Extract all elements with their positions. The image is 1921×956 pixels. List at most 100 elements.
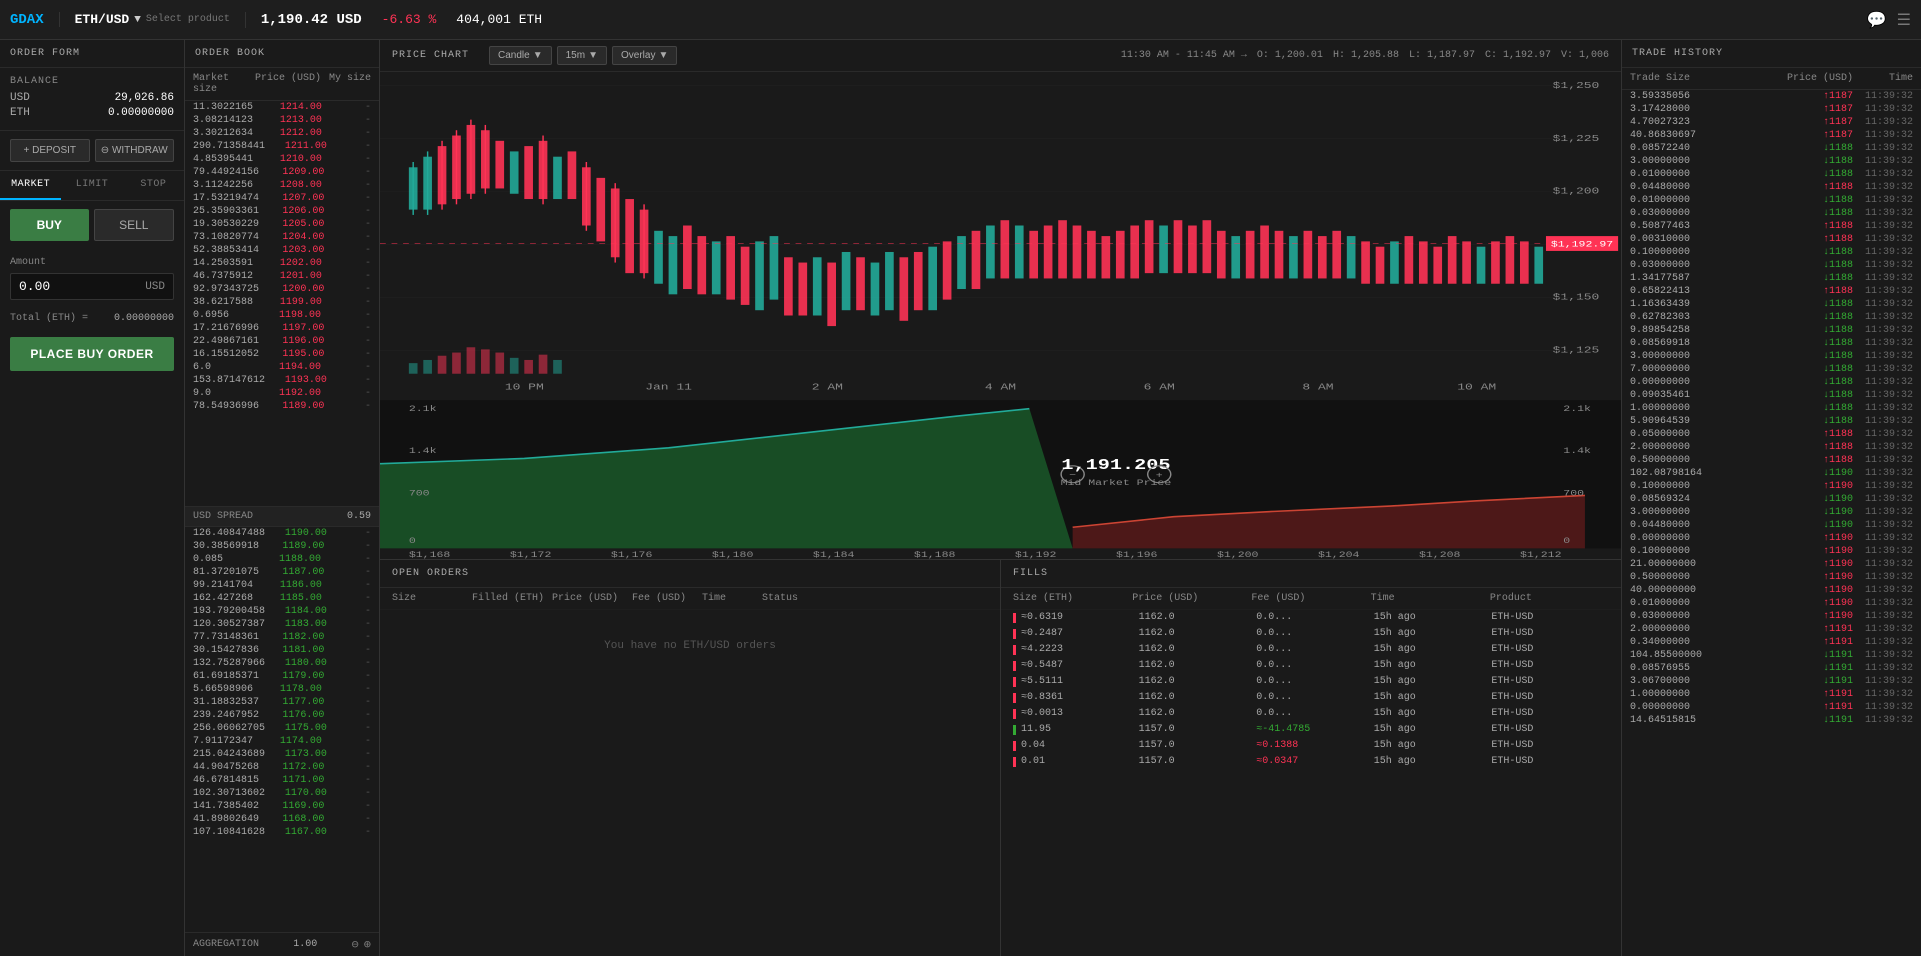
ob-ask-row[interactable]: 0.69561198.00- (185, 309, 379, 322)
chat-icon[interactable]: 💬 (1867, 10, 1887, 30)
ob-ask-row[interactable]: 17.216769961197.00- (185, 322, 379, 335)
ob-ask-row[interactable]: 11.30221651214.00- (185, 101, 379, 114)
ob-bid-row[interactable]: 102.307136021170.00- (185, 787, 379, 800)
ob-ask-row[interactable]: 3.082141231213.00- (185, 114, 379, 127)
fill-price: 1157.0 (1139, 740, 1257, 751)
ob-bid-row[interactable]: 46.678148151171.00- (185, 774, 379, 787)
ob-ask-row[interactable]: 73.108207741204.00- (185, 231, 379, 244)
th-trade-price: ↑1191 (1783, 702, 1853, 713)
menu-icon[interactable]: ☰ (1897, 10, 1911, 30)
amount-input[interactable] (19, 279, 99, 294)
withdraw-button[interactable]: ⊖ WITHDRAW (95, 139, 175, 162)
ob-ask-row[interactable]: 6.01194.00- (185, 361, 379, 374)
ob-bid-row[interactable]: 30.154278361181.00- (185, 644, 379, 657)
ob-bid-row[interactable]: 193.792004581184.00- (185, 605, 379, 618)
fill-product: ETH-USD (1491, 692, 1609, 703)
th-trade-time: 11:39:32 (1853, 663, 1913, 674)
fills-header: Size (ETH) Price (USD) Fee (USD) Time Pr… (1001, 588, 1621, 610)
svg-text:$1,208: $1,208 (1419, 550, 1461, 559)
deposit-button[interactable]: + DEPOSIT (10, 139, 90, 162)
th-trade-size: 0.50877463 (1630, 221, 1783, 232)
th-row: 0.01000000 ↓1188 11:39:32 (1622, 168, 1921, 181)
ob-bid-row[interactable]: 44.904752681172.00- (185, 761, 379, 774)
ob-ask-row[interactable]: 17.532194741207.00- (185, 192, 379, 205)
pair-info[interactable]: ETH/USD ▼ Select product (59, 12, 230, 27)
ob-bid-row[interactable]: 30.385699181189.00- (185, 540, 379, 553)
fill-fee: 0.0... (1256, 676, 1374, 687)
svg-text:$1,225: $1,225 (1553, 134, 1600, 144)
th-row: 2.00000000 ↑1188 11:39:32 (1622, 441, 1921, 454)
ob-bid-row[interactable]: 41.898026491168.00- (185, 813, 379, 826)
ob-bid-row[interactable]: 5.665989061178.00- (185, 683, 379, 696)
ob-bid-row[interactable]: 31.188325371177.00- (185, 696, 379, 709)
tab-limit[interactable]: LIMIT (61, 171, 122, 200)
ob-bid-row[interactable]: 81.372010751187.00- (185, 566, 379, 579)
th-col-time: Time (1853, 73, 1913, 84)
ob-ask-row[interactable]: 78.549369961189.00- (185, 400, 379, 413)
chart-area: $1,250 $1,225 $1,200 $1,175 $1,150 $1,12… (380, 72, 1621, 559)
buy-button[interactable]: BUY (10, 209, 89, 241)
th-trade-price: ↑1190 (1783, 546, 1853, 557)
ob-ask-row[interactable]: 153.871476121193.00- (185, 374, 379, 387)
ob-bid-row[interactable]: 77.731483611182.00- (185, 631, 379, 644)
th-trade-size: 21.00000000 (1630, 559, 1783, 570)
ob-bid-row[interactable]: 239.24679521176.00- (185, 709, 379, 722)
ob-ask-row[interactable]: 19.305302291205.00- (185, 218, 379, 231)
ob-bid-row[interactable]: 7.911723471174.00- (185, 735, 379, 748)
ob-bid-row[interactable]: 61.691853711179.00- (185, 670, 379, 683)
th-trade-time: 11:39:32 (1853, 143, 1913, 154)
ob-ask-row[interactable]: 9.01192.00- (185, 387, 379, 400)
ob-ask-row[interactable]: 4.853954411210.00- (185, 153, 379, 166)
ob-ask-row[interactable]: 52.388534141203.00- (185, 244, 379, 257)
ob-bid-row[interactable]: 107.108416281167.00- (185, 826, 379, 839)
th-trade-size: 40.86830697 (1630, 130, 1783, 141)
th-trade-time: 11:39:32 (1853, 104, 1913, 115)
candle-button[interactable]: Candle ▼ (489, 46, 552, 65)
ob-ask-row[interactable]: 92.973437251200.00- (185, 283, 379, 296)
ob-ask-row[interactable]: 22.498671611196.00- (185, 335, 379, 348)
tab-stop[interactable]: STOP (123, 171, 184, 200)
ob-bid-row[interactable]: 132.752879661180.00- (185, 657, 379, 670)
ob-bid-row[interactable]: 99.21417041186.00- (185, 579, 379, 592)
ob-bid-row[interactable]: 120.305273871183.00- (185, 618, 379, 631)
overlay-button[interactable]: Overlay ▼ (612, 46, 677, 65)
fill-side-indicator (1013, 645, 1016, 655)
aggregation-decrease[interactable]: ⊖ (352, 937, 359, 952)
aggregation-increase[interactable]: ⊕ (364, 937, 371, 952)
tab-market[interactable]: MARKET (0, 171, 61, 200)
ob-ask-row[interactable]: 79.449241561209.00- (185, 166, 379, 179)
th-trade-size: 0.00310000 (1630, 234, 1783, 245)
ob-ask-row[interactable]: 14.25035911202.00- (185, 257, 379, 270)
ob-ask-row[interactable]: 25.359033611206.00- (185, 205, 379, 218)
sell-button[interactable]: SELL (94, 209, 175, 241)
place-order-button[interactable]: PLACE BUY ORDER (10, 337, 174, 371)
oo-col-fee: Fee (USD) (632, 593, 702, 604)
th-row: 0.50000000 ↑1190 11:39:32 (1622, 571, 1921, 584)
chart-volume: V: 1,006 (1561, 50, 1609, 61)
ob-bid-row[interactable]: 162.4272681185.00- (185, 592, 379, 605)
ob-bid-row[interactable]: 215.042436891173.00- (185, 748, 379, 761)
price-change: -6.63 % (382, 12, 437, 27)
volume: 404,001 ETH (456, 12, 542, 27)
th-trade-price: ↓1188 (1783, 169, 1853, 180)
ob-ask-row[interactable]: 16.155120521195.00- (185, 348, 379, 361)
ob-bid-row[interactable]: 141.73854021169.00- (185, 800, 379, 813)
th-trade-price: ↓1190 (1783, 520, 1853, 531)
ob-bid-row[interactable]: 126.408474881190.00- (185, 527, 379, 540)
ob-bid-row[interactable]: 256.060627051175.00- (185, 722, 379, 735)
ob-ask-row[interactable]: 3.302126341212.00- (185, 127, 379, 140)
ob-ask-row[interactable]: 3.112422561208.00- (185, 179, 379, 192)
fill-price: 1162.0 (1139, 644, 1257, 655)
ob-ask-row[interactable]: 46.73759121201.00- (185, 270, 379, 283)
th-trade-price: ↓1191 (1783, 715, 1853, 726)
ob-ask-row[interactable]: 38.62175881199.00- (185, 296, 379, 309)
th-row: 0.01000000 ↑1190 11:39:32 (1622, 597, 1921, 610)
interval-button[interactable]: 15m ▼ (557, 46, 607, 65)
th-trade-time: 11:39:32 (1853, 429, 1913, 440)
oo-col-time: Time (702, 593, 762, 604)
th-trade-size: 3.00000000 (1630, 351, 1783, 362)
eth-label: ETH (10, 107, 30, 119)
fill-product: ETH-USD (1491, 676, 1609, 687)
ob-bid-row[interactable]: 0.0851188.00- (185, 553, 379, 566)
ob-ask-row[interactable]: 290.713584411211.00- (185, 140, 379, 153)
